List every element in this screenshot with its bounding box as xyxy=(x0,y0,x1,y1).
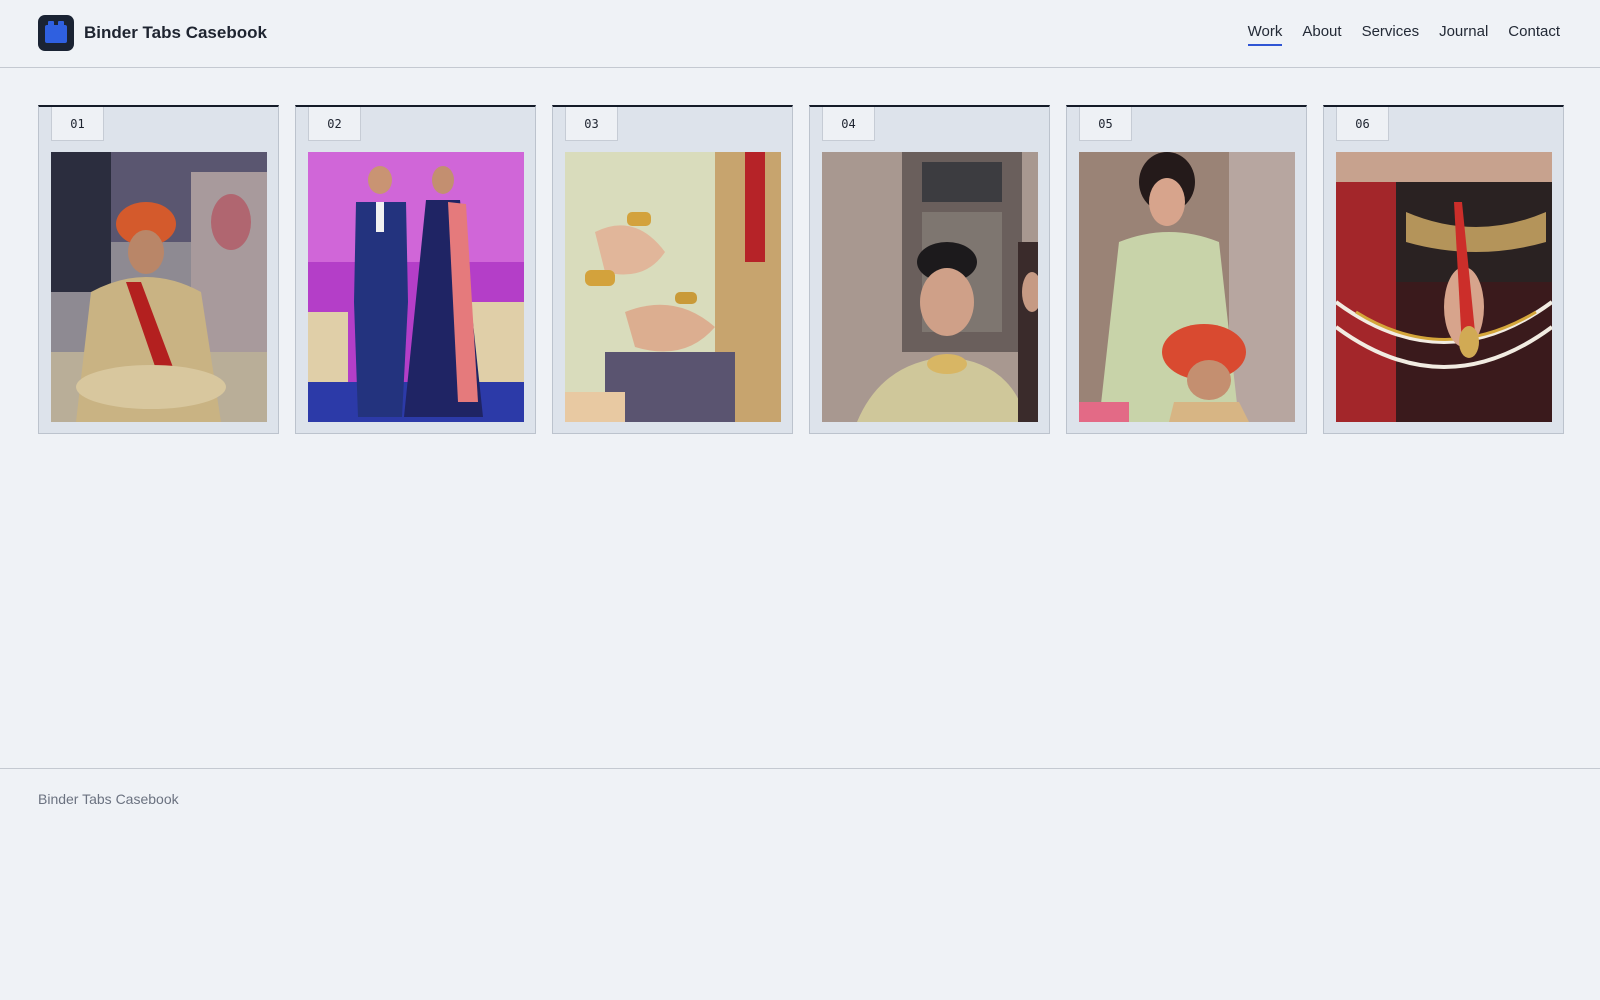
card-tab-number: 04 xyxy=(822,107,875,141)
brand[interactable]: Binder Tabs Casebook xyxy=(38,15,267,51)
portfolio-photo[interactable] xyxy=(822,152,1038,422)
card-tab-number: 01 xyxy=(51,107,104,141)
site-header: Binder Tabs Casebook Work About Services… xyxy=(0,0,1600,68)
main-nav: Work About Services Journal Contact xyxy=(1247,22,1560,46)
nav-item-contact[interactable]: Contact xyxy=(1508,22,1560,46)
brand-title: Binder Tabs Casebook xyxy=(84,23,267,42)
portfolio-photo[interactable] xyxy=(51,152,267,422)
card-tab-number: 03 xyxy=(565,107,618,141)
binder-tabs-icon xyxy=(38,15,74,51)
portfolio-card[interactable]: 05 xyxy=(1066,105,1307,434)
portfolio-photo[interactable] xyxy=(1079,152,1295,422)
nav-item-about[interactable]: About xyxy=(1302,22,1341,46)
portfolio-photo[interactable] xyxy=(1336,152,1552,422)
nav-item-work[interactable]: Work xyxy=(1247,22,1283,46)
card-tab-number: 02 xyxy=(308,107,361,141)
card-tab-number: 05 xyxy=(1079,107,1132,141)
portfolio-card[interactable]: 03 xyxy=(552,105,793,434)
portfolio-photo[interactable] xyxy=(308,152,524,422)
nav-item-services[interactable]: Services xyxy=(1362,22,1420,46)
site-footer: Binder Tabs Casebook xyxy=(0,768,1600,1000)
portfolio-card[interactable]: 04 xyxy=(809,105,1050,434)
nav-item-journal[interactable]: Journal xyxy=(1439,22,1488,46)
portfolio-photo[interactable] xyxy=(565,152,781,422)
portfolio-card[interactable]: 06 xyxy=(1323,105,1564,434)
card-tab-number: 06 xyxy=(1336,107,1389,141)
portfolio-card[interactable]: 01 xyxy=(38,105,279,434)
portfolio-card[interactable]: 02 xyxy=(295,105,536,434)
footer-brand-text: Binder Tabs Casebook xyxy=(38,791,179,807)
portfolio-grid: 01 02 03 04 05 06 xyxy=(38,105,1564,434)
